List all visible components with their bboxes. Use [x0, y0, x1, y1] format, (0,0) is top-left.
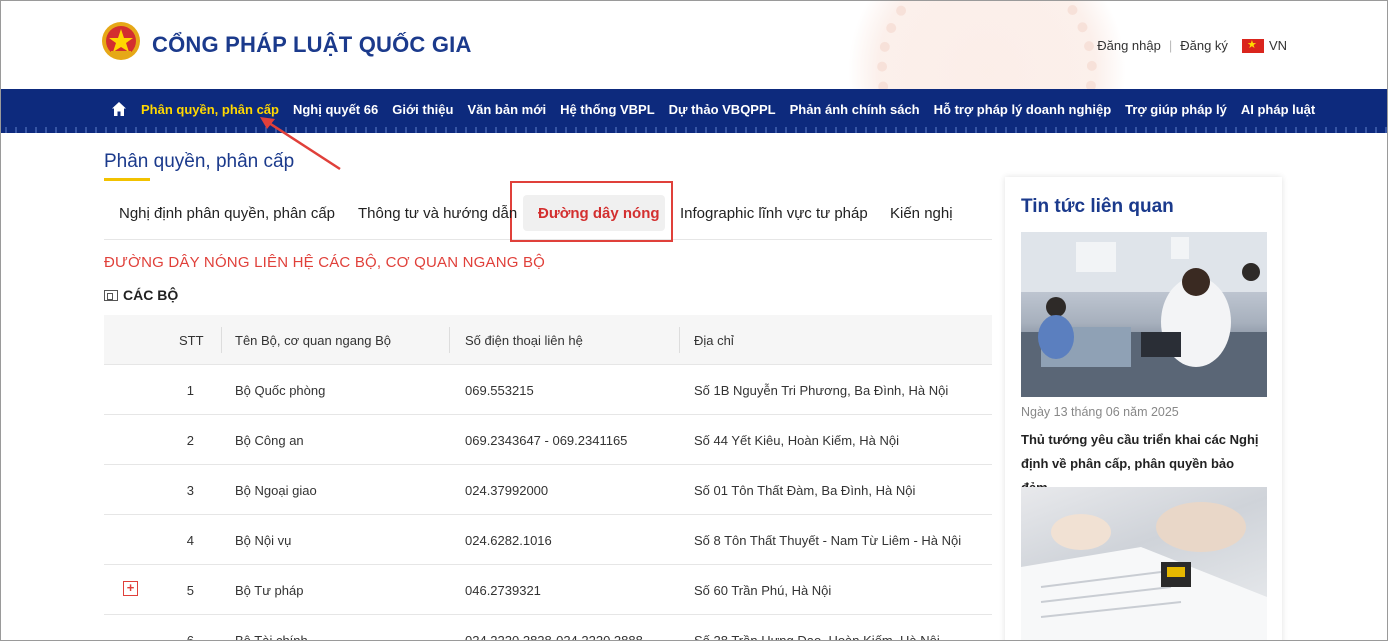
col-header-name: Tên Bộ, cơ quan ngang Bộ: [235, 333, 391, 348]
table-row[interactable]: 6 Bộ Tài chính 024.2220.2828-024.2220.28…: [104, 615, 992, 641]
cell-address: Số 44 Yết Kiêu, Hoàn Kiếm, Hà Nội: [694, 433, 899, 448]
cell-phone: 024.37992000: [465, 483, 549, 498]
header-decoration-ring: [877, 1, 1097, 89]
signing-document-photo-icon: [1021, 502, 1267, 640]
tab-kien-nghi[interactable]: Kiến nghị: [890, 205, 953, 222]
table-row[interactable]: + 5 Bộ Tư pháp 046.2739321 Số 60 Trần Ph…: [104, 565, 992, 615]
table-row[interactable]: 1 Bộ Quốc phòng 069.553215 Số 1B Nguyễn …: [104, 365, 992, 415]
cell-name: Bộ Công an: [235, 433, 304, 448]
cell-stt: 1: [186, 383, 194, 398]
login-link[interactable]: Đăng nhập: [1097, 38, 1161, 53]
nav-pattern-border: [1, 127, 1387, 133]
cell-address: Số 8 Tôn Thất Thuyết - Nam Từ Liêm - Hà …: [694, 533, 962, 548]
cell-stt: 3: [186, 483, 194, 498]
content-tabs: Nghị định phân quyền, phân cấp Thông tư …: [104, 181, 992, 242]
col-divider: [679, 327, 680, 353]
col-header-address: Địa chỉ: [694, 333, 734, 348]
nav-item-tro-giup[interactable]: Trợ giúp pháp lý: [1125, 102, 1227, 117]
cell-phone: 024.2220.2828-024.2220.2888: [465, 633, 643, 641]
nav-item-ho-tro-doanh-nghiep[interactable]: Hỗ trợ pháp lý doanh nghiệp: [934, 102, 1112, 117]
news-thumbnail[interactable]: [1021, 232, 1267, 397]
table-row[interactable]: 2 Bộ Công an 069.2343647 - 069.2341165 S…: [104, 415, 992, 465]
cell-name: Bộ Tư pháp: [235, 583, 304, 598]
tab-duong-day-nong[interactable]: Đường dây nóng: [538, 205, 660, 222]
cell-phone: 046.2739321: [465, 583, 541, 598]
cell-address: Số 1B Nguyễn Tri Phương, Ba Đình, Hà Nội: [694, 383, 949, 398]
tab-nghi-dinh[interactable]: Nghị định phân quyền, phân cấp: [119, 205, 335, 222]
nav-item-he-thong-vbpl[interactable]: Hệ thống VBPL: [560, 102, 655, 117]
nav-item-gioi-thieu[interactable]: Giới thiệu: [392, 102, 453, 117]
cell-name: Bộ Quốc phòng: [235, 383, 326, 398]
related-news-sidebar: Tin tức liên quan Ngày 13 tháng 06 năm 2…: [1005, 177, 1282, 640]
cell-name: Bộ Ngoại giao: [235, 483, 317, 498]
sidebar-title: Tin tức liên quan: [1021, 196, 1174, 217]
nav-item-ai-phap-luat[interactable]: AI pháp luật: [1241, 102, 1315, 117]
cell-stt: 6: [186, 633, 194, 641]
vietnam-flag-icon[interactable]: [1241, 38, 1264, 53]
register-link[interactable]: Đăng ký: [1180, 38, 1228, 53]
table-row[interactable]: 3 Bộ Ngoại giao 024.37992000 Số 01 Tôn T…: [104, 465, 992, 515]
cell-phone: 069.2343647 - 069.2341165: [465, 433, 628, 448]
home-icon[interactable]: [111, 101, 127, 117]
page-frame: CỔNG PHÁP LUẬT QUỐC GIA Đăng nhập | Đăng…: [0, 0, 1388, 641]
tab-infographic[interactable]: Infographic lĩnh vực tư pháp: [680, 205, 868, 222]
news-thumbnail[interactable]: [1021, 487, 1267, 640]
cell-name: Bộ Tài chính: [235, 633, 308, 641]
main-nav: Phân quyền, phân cấp Nghị quyết 66 Giới …: [1, 89, 1387, 133]
col-header-phone: Số điện thoại liên hệ: [465, 333, 583, 348]
national-emblem-icon[interactable]: [101, 21, 141, 61]
nav-item-van-ban-moi[interactable]: Văn bản mới: [467, 102, 546, 117]
col-divider: [449, 327, 450, 353]
table-header-row: STT Tên Bộ, cơ quan ngang Bộ Số điện tho…: [104, 315, 992, 365]
nav-item-phan-anh[interactable]: Phản ánh chính sách: [790, 102, 920, 117]
hotline-table: STT Tên Bộ, cơ quan ngang Bộ Số điện tho…: [104, 315, 992, 641]
cell-address: Số 01 Tôn Thất Đàm, Ba Đình, Hà Nội: [694, 483, 916, 498]
tab-thong-tu[interactable]: Thông tư và hướng dẫn: [358, 205, 517, 222]
col-divider: [221, 327, 222, 353]
sub-heading-label: CÁC BỘ: [123, 287, 179, 303]
language-label[interactable]: VN: [1269, 38, 1287, 53]
cell-address: Số 28 Trần Hưng Đạo, Hoàn Kiếm, Hà Nội: [694, 633, 940, 641]
page-title: Phân quyền, phân cấp: [104, 151, 295, 172]
office-photo-icon: [1021, 232, 1267, 397]
cell-stt: 4: [186, 533, 194, 548]
cell-phone: 024.6282.1016: [465, 533, 552, 548]
cell-stt: 2: [186, 433, 194, 448]
cell-phone: 069.553215: [465, 383, 534, 398]
table-row[interactable]: 4 Bộ Nội vụ 024.6282.1016 Số 8 Tôn Thất …: [104, 515, 992, 565]
site-header: CỔNG PHÁP LUẬT QUỐC GIA Đăng nhập | Đăng…: [1, 1, 1387, 89]
nav-item-du-thao[interactable]: Dự thảo VBQPPL: [669, 102, 776, 117]
id-card-icon: [104, 289, 118, 301]
site-title[interactable]: CỔNG PHÁP LUẬT QUỐC GIA: [152, 32, 472, 58]
sub-heading: CÁC BỘ: [104, 287, 178, 303]
cell-stt: 5: [186, 583, 194, 598]
cell-name: Bộ Nội vụ: [235, 533, 292, 548]
news-date: Ngày 13 tháng 06 năm 2025: [1021, 405, 1179, 419]
auth-links: Đăng nhập | Đăng ký VN: [1097, 38, 1287, 54]
col-header-stt: STT: [179, 333, 204, 348]
auth-divider: |: [1168, 38, 1173, 53]
cell-address: Số 60 Trần Phú, Hà Nội: [694, 583, 832, 598]
section-heading: ĐƯỜNG DÂY NÓNG LIÊN HỆ CÁC BỘ, CƠ QUAN N…: [104, 254, 546, 271]
page-title-underline: [104, 178, 150, 181]
